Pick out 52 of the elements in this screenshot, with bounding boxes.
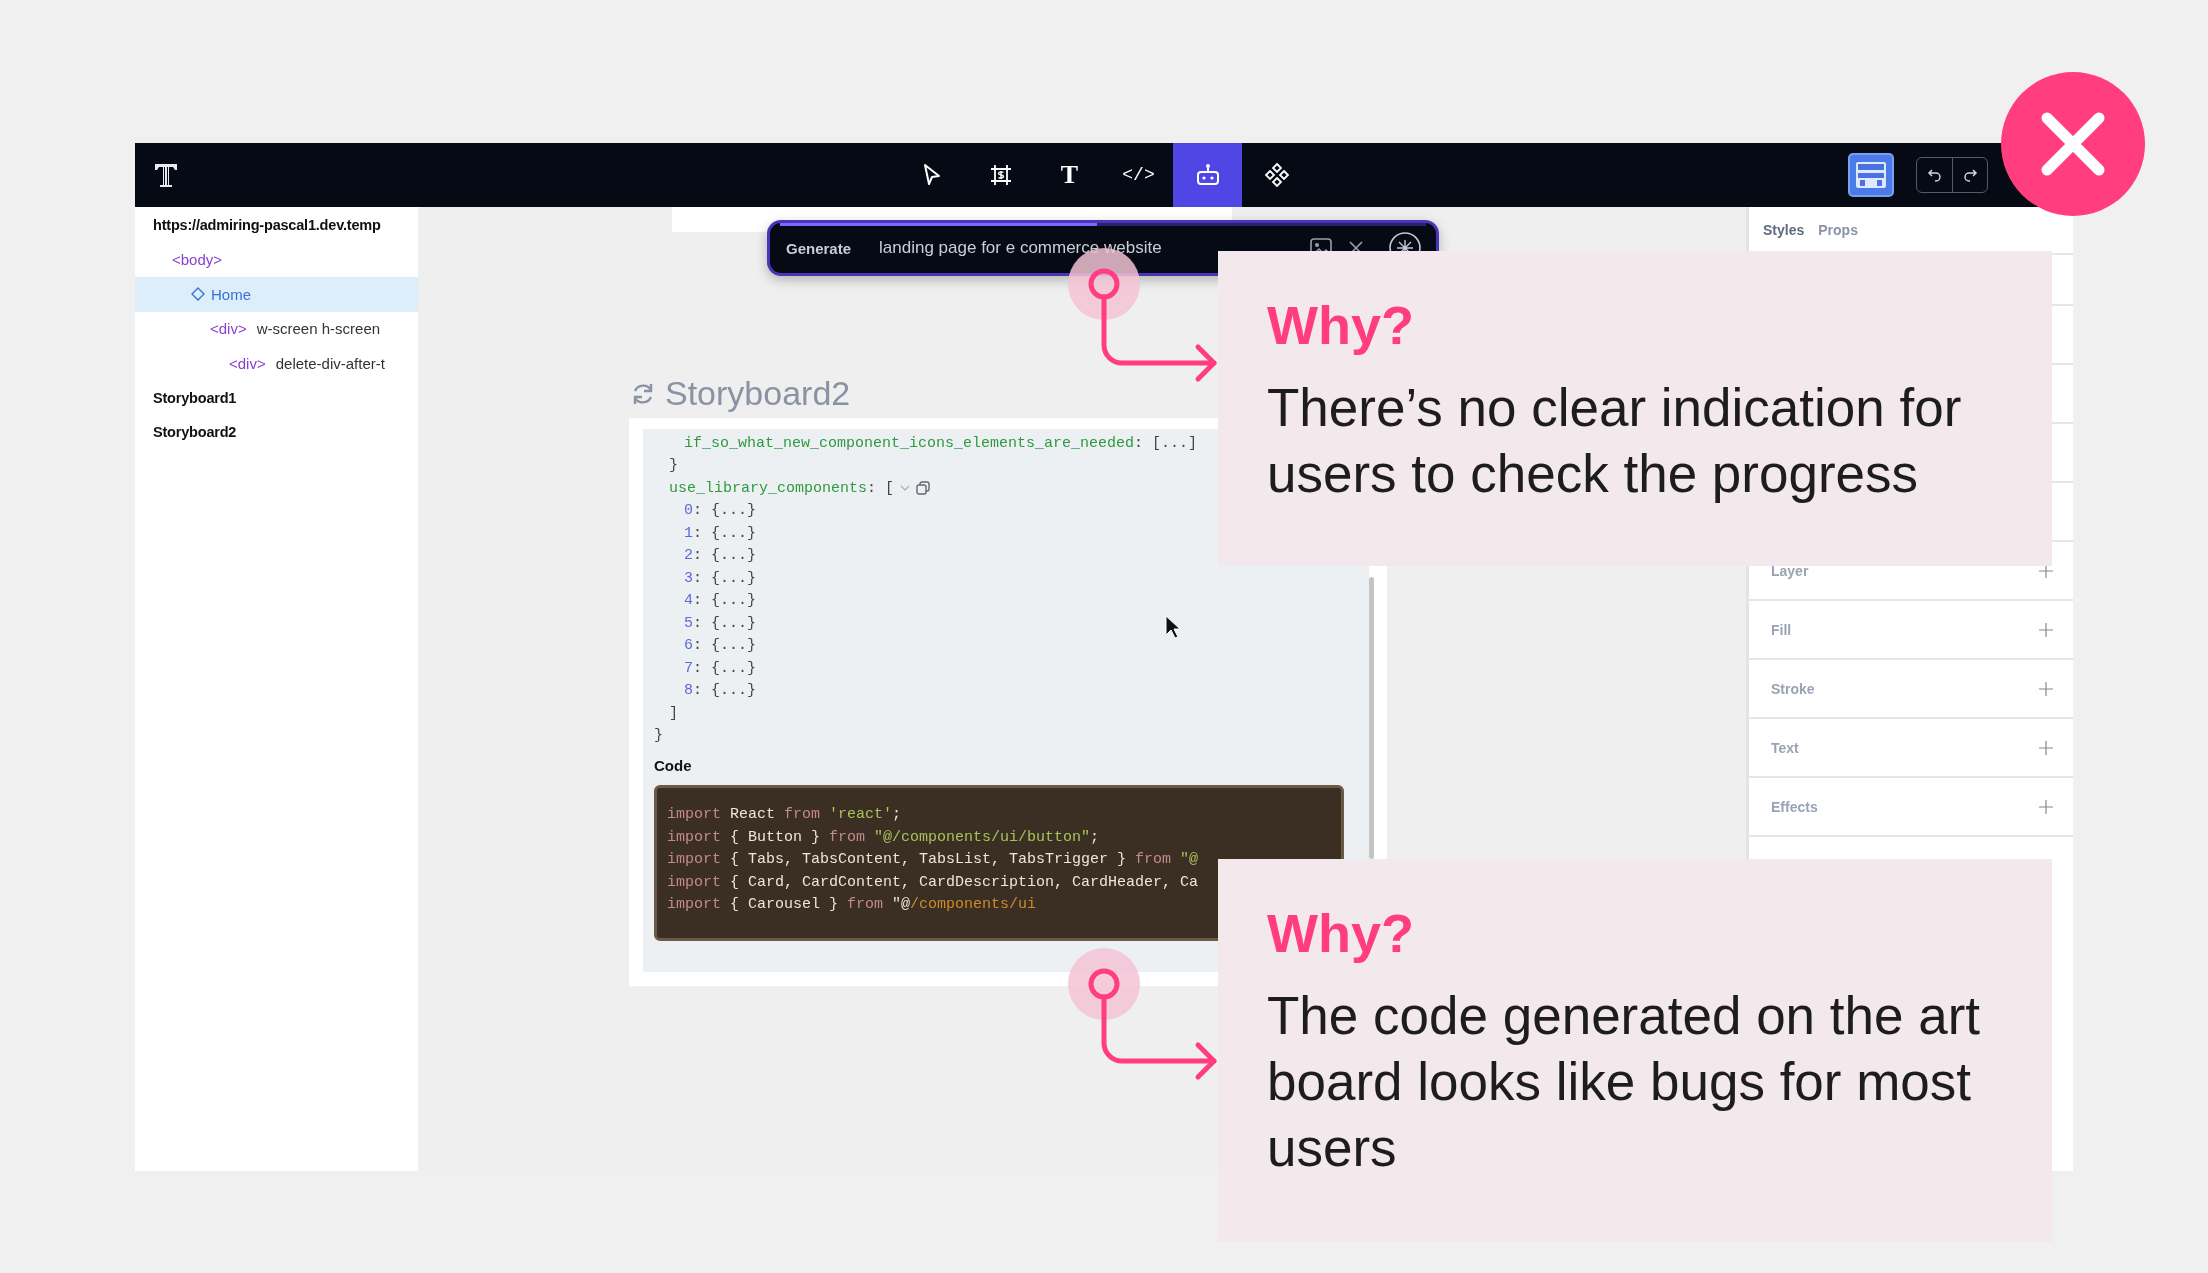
layout-icon bbox=[1854, 160, 1888, 190]
copy-icon[interactable] bbox=[916, 481, 931, 496]
layout-button[interactable] bbox=[1848, 153, 1894, 197]
layer-item[interactable]: <body> bbox=[135, 242, 418, 277]
annotation-heading: Why? bbox=[1267, 902, 1415, 965]
layer-item[interactable]: <div> w-screen h-screen bbox=[135, 311, 418, 346]
json-line: 8: {...} bbox=[684, 682, 757, 700]
section-label: Effects bbox=[1771, 798, 1818, 815]
section-label: Text bbox=[1771, 739, 1799, 756]
text-tool[interactable]: T bbox=[1035, 143, 1104, 207]
code-line: import { Carousel } from "@/components/ui bbox=[667, 895, 1038, 915]
cursor-icon bbox=[1165, 615, 1181, 639]
layer-item[interactable]: Storyboard2 bbox=[135, 415, 418, 450]
json-line: 6: {...} bbox=[684, 637, 757, 655]
json-line: 1: {...} bbox=[684, 524, 757, 542]
json-line: if_so_what_new_component_icons_elements_are_needed: [...] bbox=[684, 434, 1198, 452]
json-line: 0: {...} bbox=[684, 502, 757, 520]
json-line: ] bbox=[669, 704, 678, 722]
code-line: import { Tabs, TabsContent, TabsList, TabsTrigger } from "@ bbox=[667, 850, 1200, 870]
layer-item[interactable]: Storyboard1 bbox=[135, 380, 418, 415]
highlight-halo bbox=[1068, 948, 1140, 1020]
json-line: 3: {...} bbox=[684, 569, 757, 587]
annotation-text: There’s no clear indication for users to check the progress bbox=[1267, 377, 1963, 505]
code-line: import { Button } from "@/components/ui/button"; bbox=[667, 827, 1101, 848]
code-heading: Code bbox=[653, 756, 693, 776]
diamond-icon bbox=[191, 287, 205, 302]
section-label: Fill bbox=[1771, 621, 1792, 638]
logo-icon bbox=[153, 162, 179, 188]
section-label: Layer bbox=[1771, 562, 1809, 579]
section-label: Stroke bbox=[1771, 680, 1815, 697]
robot-icon[interactable] bbox=[1173, 143, 1242, 207]
inspector-tab[interactable]: Styles bbox=[1763, 222, 1805, 238]
storyboard-title: Storyboard2 bbox=[665, 374, 851, 413]
annotation-text: The code generated on the art board looks like bugs for most users bbox=[1267, 985, 1982, 1179]
scrollbar[interactable] bbox=[1369, 577, 1374, 859]
json-line: 4: {...} bbox=[684, 592, 757, 610]
redo-icon bbox=[1962, 167, 1978, 183]
json-line: 5: {...} bbox=[684, 614, 757, 632]
json-line: 7: {...} bbox=[684, 659, 757, 677]
layer-item[interactable]: <div> delete-div-after-t bbox=[135, 346, 418, 381]
json-line: 2: {...} bbox=[684, 547, 757, 565]
code-tool[interactable]: </> bbox=[1104, 143, 1173, 207]
generate-label: Generate bbox=[786, 239, 852, 257]
annotation-heading: Why? bbox=[1267, 294, 1415, 357]
code-line: import { Card, CardContent, CardDescription, CardHeader, Ca bbox=[667, 872, 1200, 893]
json-line: use_library_components: [ bbox=[669, 479, 895, 497]
code-line: import React from 'react'; bbox=[667, 805, 903, 825]
layer-item[interactable]: Home bbox=[135, 277, 418, 312]
json-line: } bbox=[654, 727, 663, 745]
layer-item[interactable]: https://admiring-pascal1.dev.temp bbox=[135, 208, 418, 243]
json-line: } bbox=[669, 457, 678, 475]
undo-icon bbox=[1926, 167, 1943, 183]
